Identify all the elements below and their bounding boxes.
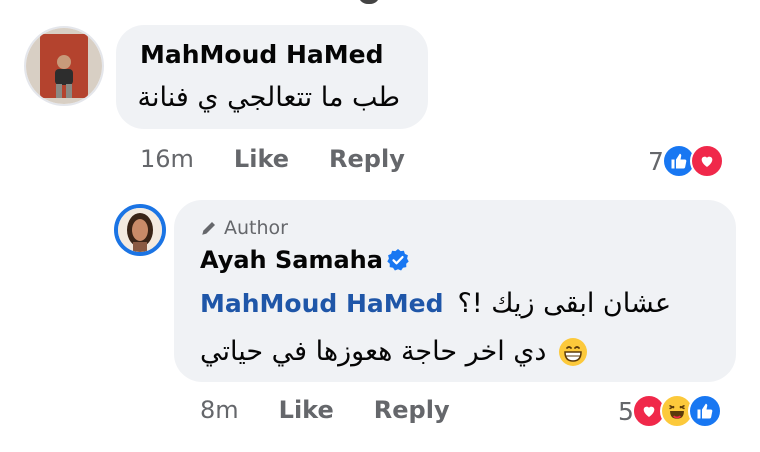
like-button[interactable]: Like [234,145,289,173]
pencil-icon [202,222,215,235]
previous-comment-fragment [358,0,380,4]
avatar[interactable] [24,26,104,106]
comment-reactions[interactable]: 7 [648,144,724,178]
love-icon [689,144,724,178]
reply-actions: 8m Like Reply [200,396,450,424]
reply-timestamp[interactable]: 8m [200,396,239,424]
author-badge-label: Author [224,217,288,239]
reply-text: عشان ابقى زيك !؟ [457,288,672,319]
reply-reactions[interactable]: 5 [618,394,722,428]
reply-button[interactable]: Reply [329,145,405,173]
reply-author-name[interactable]: Ayah Samaha [200,246,383,274]
reply-button[interactable]: Reply [374,396,450,424]
verified-badge-icon [387,249,409,271]
like-button[interactable]: Like [279,396,334,424]
comment-text: طب ما تتعالجي ي فنانة [137,82,401,113]
grinning-face-icon [559,337,588,366]
reply-text-line-2: دي اخر حاجة هعوزها في حياتي [200,336,588,367]
avatar-image [26,28,102,104]
comment-actions: 16m Like Reply [140,145,405,173]
avatar-image [118,208,162,252]
comment-timestamp[interactable]: 16m [140,145,194,173]
comment-author-name[interactable]: MahMoud HaMed [140,40,384,69]
avatar[interactable] [114,204,166,256]
reply-text-line-1: MahMoud HaMed عشان ابقى زيك !؟ [200,288,671,319]
reply-text: دي اخر حاجة هعوزها في حياتي [200,336,547,367]
mention-link[interactable]: MahMoud HaMed [200,289,444,318]
like-icon [687,394,722,428]
author-badge: Author [200,217,288,239]
